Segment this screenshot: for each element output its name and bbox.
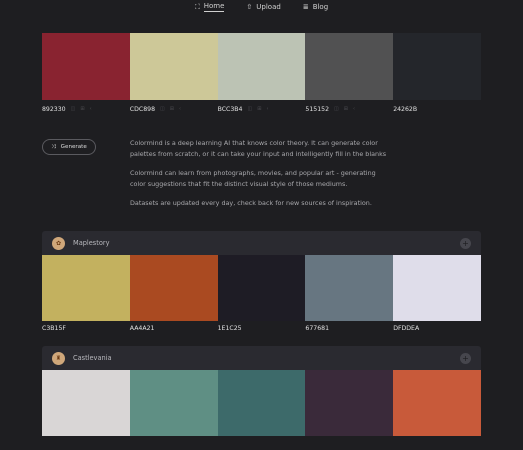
swatch-info: CDC898 ◫ ⊞ ‹ <box>130 103 218 115</box>
nav-label: Home <box>203 2 225 12</box>
palette-swatch[interactable] <box>42 370 130 436</box>
hex-code[interactable]: CDC898 <box>130 106 155 113</box>
arrow-icon[interactable]: ‹ <box>90 106 92 112</box>
hero-palette-hex-row: 892330 ◫ ⊞ ‹ CDC898 ◫ ⊞ ‹ BCC3B4 ◫ ⊞ ‹ 515152 ◫ ⊞ ‹ 2426… <box>42 103 481 115</box>
palette-card: ♜ Castlevania + <box>42 346 481 450</box>
hex-code[interactable]: BCC3B4 <box>218 106 243 113</box>
swatch-info: 892330 ◫ ⊞ ‹ <box>42 103 130 115</box>
hex-code[interactable]: 24262B <box>393 106 417 113</box>
add-icon[interactable]: + <box>460 237 471 249</box>
intro-text: Colormind is a deep learning AI that kno… <box>130 138 390 218</box>
adjust-icon[interactable]: ⊞ <box>257 106 261 112</box>
arrow-icon[interactable]: ‹ <box>179 106 181 112</box>
intro-paragraph: Datasets are updated every day, check ba… <box>130 199 372 207</box>
palette-card: ✿ Maplestory + C3B15F AA4A21 1E1C25 677681 DFDD… <box>42 231 481 335</box>
palette-swatch[interactable] <box>393 255 481 321</box>
hero-palette <box>42 33 481 100</box>
nav-upload[interactable]: ⇧ Upload <box>246 3 280 11</box>
nav-blog[interactable]: ≣ Blog <box>303 3 328 11</box>
intro-paragraph: Colormind can learn from photographs, mo… <box>130 169 376 188</box>
card-palette <box>42 255 481 321</box>
upload-icon: ⇧ <box>246 3 253 11</box>
palette-swatch[interactable] <box>42 255 130 321</box>
card-header: ♜ Castlevania + <box>42 346 481 370</box>
card-title[interactable]: Maplestory <box>73 239 460 247</box>
generate-label: Generate <box>60 144 87 150</box>
palette-swatch[interactable] <box>305 255 394 321</box>
top-nav: ⛶ Home ⇧ Upload ≣ Blog <box>0 0 523 14</box>
hex-code[interactable]: 677681 <box>305 325 393 332</box>
palette-swatch[interactable] <box>129 370 218 436</box>
card-hex-row: C3B15F AA4A21 1E1C25 677681 DFDDEA <box>42 321 481 335</box>
swatch-info: 515152 ◫ ⊞ ‹ <box>305 103 393 115</box>
palette-swatch[interactable] <box>129 33 218 100</box>
palette-swatch[interactable] <box>217 255 306 321</box>
nav-label: Blog <box>312 3 329 11</box>
hex-code[interactable]: 892330 <box>42 106 66 113</box>
palette-swatch[interactable] <box>217 33 306 100</box>
hex-code[interactable]: AA4A21 <box>130 325 218 332</box>
palette-swatch[interactable] <box>42 33 130 100</box>
palette-swatch[interactable] <box>305 33 394 100</box>
lock-icon[interactable]: ◫ <box>334 106 339 112</box>
nav-label: Upload <box>256 3 281 11</box>
lock-icon[interactable]: ◫ <box>160 106 165 112</box>
arrow-icon[interactable]: ‹ <box>353 106 355 112</box>
card-header: ✿ Maplestory + <box>42 231 481 255</box>
swatch-info: 24262B <box>393 103 481 115</box>
home-icon: ⛶ <box>194 2 200 11</box>
palette-swatch[interactable] <box>129 255 218 321</box>
add-icon[interactable]: + <box>460 352 471 364</box>
lock-icon[interactable]: ◫ <box>71 106 76 112</box>
blog-icon: ≣ <box>302 3 309 11</box>
card-hex-row <box>42 436 481 450</box>
swatch-info: BCC3B4 ◫ ⊞ ‹ <box>218 103 306 115</box>
avatar: ♜ <box>52 351 65 365</box>
hex-code[interactable]: 1E1C25 <box>218 325 306 332</box>
hex-code[interactable]: C3B15F <box>42 325 130 332</box>
adjust-icon[interactable]: ⊞ <box>344 106 348 112</box>
palette-swatch[interactable] <box>393 33 481 100</box>
lock-icon[interactable]: ◫ <box>248 106 253 112</box>
hex-code[interactable]: DFDDEA <box>393 325 481 332</box>
intro-paragraph: Colormind is a deep learning AI that kno… <box>130 139 387 158</box>
adjust-icon[interactable]: ⊞ <box>80 106 84 112</box>
palette-swatch[interactable] <box>217 370 306 436</box>
hex-code[interactable]: 515152 <box>305 106 329 113</box>
arrow-icon[interactable]: ‹ <box>266 106 268 112</box>
card-palette <box>42 370 481 436</box>
palette-swatch[interactable] <box>393 370 481 436</box>
nav-home[interactable]: ⛶ Home <box>195 2 225 12</box>
shuffle-icon: ⤨ <box>51 143 56 150</box>
palette-swatch[interactable] <box>305 370 394 436</box>
generate-button[interactable]: ⤨ Generate <box>42 139 96 155</box>
adjust-icon[interactable]: ⊞ <box>170 106 174 112</box>
avatar: ✿ <box>52 236 65 250</box>
card-title[interactable]: Castlevania <box>73 354 460 362</box>
